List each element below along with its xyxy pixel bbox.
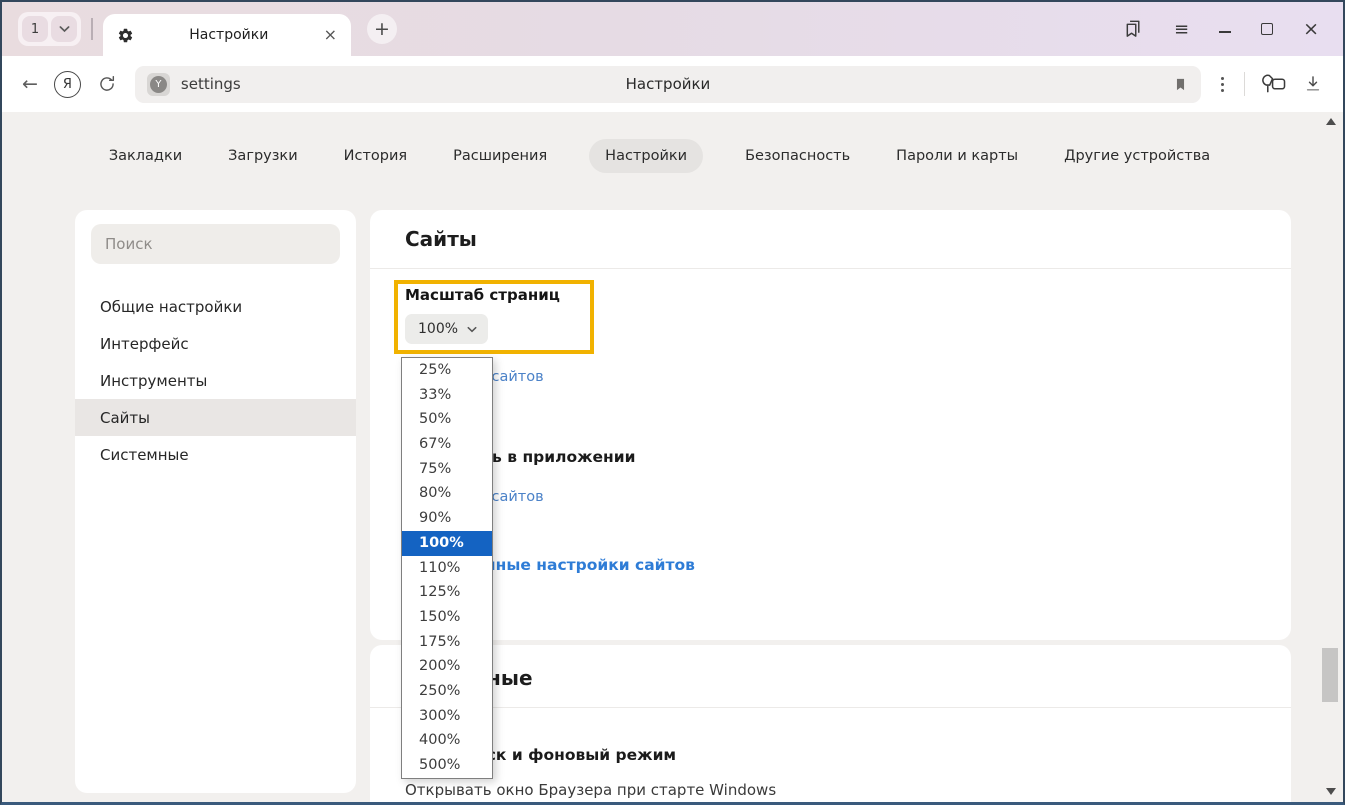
nav-tab[interactable]: История [340, 139, 412, 173]
settings-page: Закладки Загрузки История Расширения Нас… [2, 112, 1343, 803]
tab-list-button[interactable] [51, 16, 77, 42]
chevron-down-icon [59, 25, 70, 33]
nav-tab[interactable]: Закладки [105, 139, 186, 173]
nav-tab[interactable]: Настройки [589, 139, 703, 173]
nav-tab[interactable]: Безопасность [741, 139, 854, 173]
sites-heading: Сайты [405, 227, 477, 251]
tab-settings[interactable]: Настройки × [103, 14, 351, 56]
section-divider [370, 707, 1291, 708]
nav-tab[interactable]: Пароли и карты [892, 139, 1022, 173]
page-zoom-label: Масштаб страниц [405, 286, 560, 304]
maximize-button[interactable] [1261, 23, 1273, 35]
yandex-home-icon[interactable]: Я [54, 71, 81, 98]
reload-button[interactable] [97, 74, 117, 94]
back-button[interactable]: ← [22, 73, 38, 95]
more-options-icon[interactable] [1217, 77, 1228, 92]
sidebar-item[interactable]: Сайты [75, 399, 356, 436]
bookmark-flag-icon[interactable] [1172, 75, 1189, 94]
new-tab-button[interactable]: + [367, 14, 397, 44]
url-text: settings [181, 75, 241, 93]
zoom-option[interactable]: 125% [402, 580, 492, 605]
nav-tab[interactable]: Загрузки [224, 139, 301, 173]
zoom-option[interactable]: 300% [402, 704, 492, 729]
page-zoom-select[interactable]: 100% [405, 314, 488, 344]
bookmarks-panel-icon[interactable] [1122, 18, 1144, 40]
address-bar: ← Я Y settings Настройки [2, 56, 1343, 112]
sidebar-item[interactable]: Интерфейс [75, 325, 356, 362]
autostart-option-label: Открывать окно Браузера при старте Windo… [405, 781, 776, 799]
section-divider [370, 268, 1291, 269]
tab-close-icon[interactable]: × [324, 27, 337, 43]
zoom-option[interactable]: 150% [402, 605, 492, 630]
yandex-y-icon: Y [150, 76, 167, 93]
zoom-option[interactable]: 110% [402, 556, 492, 581]
chevron-down-icon [467, 326, 477, 333]
menu-icon[interactable]: ≡ [1174, 19, 1189, 40]
page-zoom-value: 100% [418, 321, 458, 337]
zoom-option[interactable]: 67% [402, 432, 492, 457]
close-window-button[interactable]: × [1303, 20, 1319, 39]
window-controls: ≡ × [1122, 18, 1343, 40]
tabstrip-divider [91, 18, 93, 40]
zoom-option[interactable]: 175% [402, 630, 492, 655]
tab-title: Настройки [134, 27, 324, 43]
minimize-icon [1219, 31, 1231, 33]
minimize-button[interactable] [1219, 25, 1231, 33]
zoom-option[interactable]: 200% [402, 654, 492, 679]
page-title: Настройки [135, 75, 1201, 93]
scrollbar-thumb[interactable] [1322, 648, 1338, 702]
zoom-option[interactable]: 75% [402, 457, 492, 482]
url-bar[interactable]: Y settings Настройки [135, 66, 1201, 103]
site-favicon: Y [147, 73, 170, 96]
scroll-down-arrow[interactable] [1326, 788, 1336, 795]
scroll-up-arrow[interactable] [1326, 118, 1336, 125]
maximize-icon [1261, 23, 1273, 35]
sidebar-item[interactable]: Инструменты [75, 362, 356, 399]
gear-icon [117, 27, 134, 44]
zoom-option[interactable]: 33% [402, 383, 492, 408]
tab-strip: 1 Настройки × + ≡ [2, 2, 1343, 56]
browser-window: 1 Настройки × + ≡ [0, 0, 1345, 805]
zoom-option[interactable]: 50% [402, 407, 492, 432]
downloads-icon[interactable] [1303, 74, 1323, 94]
sidebar-items: Общие настройки Интерфейс Инструменты Са… [75, 288, 356, 473]
toolbar-divider [1244, 72, 1245, 96]
nav-tab[interactable]: Расширения [449, 139, 551, 173]
extensions-icon[interactable] [1261, 73, 1287, 95]
page-scrollbar[interactable] [1319, 112, 1343, 803]
sidebar-item[interactable]: Общие настройки [75, 288, 356, 325]
page-zoom-dropdown: 25% 33% 50% 67% 75% 80% 90% 100% 110% 12… [401, 357, 493, 779]
settings-sidebar: Общие настройки Интерфейс Инструменты Са… [75, 210, 356, 793]
search-input[interactable] [91, 224, 340, 264]
tab-counter[interactable]: 1 [18, 12, 81, 46]
zoom-option[interactable]: 250% [402, 679, 492, 704]
sidebar-item[interactable]: Системные [75, 436, 356, 473]
zoom-option[interactable]: 500% [402, 753, 492, 778]
zoom-option[interactable]: 25% [402, 358, 492, 383]
zoom-option[interactable]: 80% [402, 481, 492, 506]
zoom-option[interactable]: 100% [402, 531, 492, 556]
tab-count-badge[interactable]: 1 [22, 16, 48, 42]
system-section-card: Системные Автозапуск и фоновый режим Отк… [370, 645, 1291, 803]
nav-tab[interactable]: Другие устройства [1060, 139, 1214, 173]
zoom-option[interactable]: 400% [402, 728, 492, 753]
zoom-option[interactable]: 90% [402, 506, 492, 531]
sites-section-card: Сайты Масштаб страниц 100% Настройки сай… [370, 210, 1291, 640]
settings-nav: Закладки Загрузки История Расширения Нас… [2, 126, 1317, 186]
